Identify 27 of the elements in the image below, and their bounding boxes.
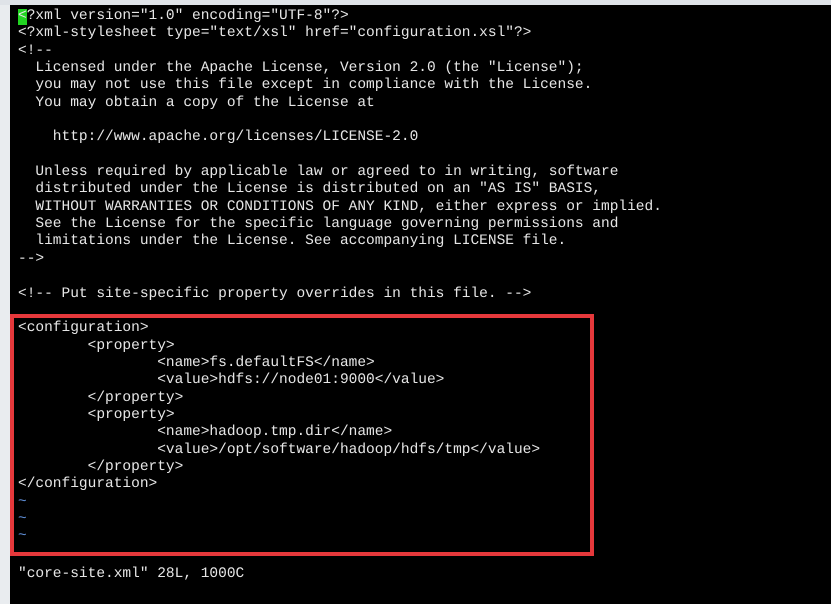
code-line: See the License for the specific language governing permissions and <box>34 216 618 232</box>
code-line: You may obtain a copy of the License at <box>34 94 375 111</box>
code-line: limitations under the License. See accompanying LICENSE file. <box>34 233 566 250</box>
code-line: <name>hadoop.tmp.dir</name> <box>156 424 392 440</box>
empty-line-marker: ~ <box>18 510 27 527</box>
empty-line-marker: ~ <box>18 494 27 510</box>
code-line: <property> <box>86 338 175 354</box>
code-line: WITHOUT WARRANTIES OR CONDITIONS OF ANY KIND, either express or implied. <box>34 198 662 215</box>
code-line: <!-- Put site-specific property overrides in this file. --> <box>18 286 532 302</box>
code-line: <name>fs.defaultFS</name> <box>156 354 375 371</box>
code-line: Licensed under the Apache License, Version 2.0 (the "License"); <box>34 60 584 76</box>
code-line: </property> <box>86 390 184 406</box>
code-line: distributed under the License is distributed on an "AS IS" BASIS, <box>34 181 601 198</box>
code-line: Unless required by applicable law or agreed to in writing, software <box>34 164 618 180</box>
code-line: </configuration> <box>18 476 158 492</box>
code-line: --> <box>18 250 44 267</box>
empty-line-marker: ~ <box>18 528 27 544</box>
code-line: http://www.apache.org/licenses/LICENSE-2.0 <box>52 129 418 146</box>
code-line: <configuration> <box>18 320 149 336</box>
code-line: <?xml-stylesheet type="text/xsl" href="configuration.xsl"?> <box>18 25 532 42</box>
status-message: "core-site.xml" 28L, 1000C <box>18 566 244 582</box>
code-line: you may not use this file except in compliance with the License. <box>34 77 592 94</box>
code-line: <property> <box>86 406 175 423</box>
code-line: <value>hdfs://node01:9000</value> <box>156 372 444 388</box>
code-line: <!-- <box>18 42 53 59</box>
code-line: </property> <box>86 458 184 475</box>
code-line: <value>/opt/software/hadoop/hdfs/tmp</value> <box>156 442 540 458</box>
